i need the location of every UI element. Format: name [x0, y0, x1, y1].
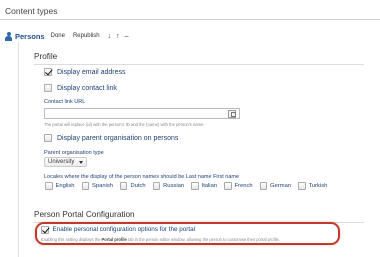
- parent-org-type-label: Parent organisation type: [44, 150, 104, 156]
- republish-link[interactable]: Republish: [73, 33, 100, 39]
- locale-italian-checkbox[interactable]: [191, 182, 199, 190]
- locale-italian-label: Italian: [201, 182, 218, 189]
- locale-turkish[interactable]: Turkish: [298, 182, 327, 190]
- locale-spanish-label: Spanish: [92, 182, 113, 189]
- locale-dutch-label: Dutch: [130, 182, 146, 189]
- locale-french-checkbox[interactable]: [224, 182, 232, 190]
- enable-portal-config-hint: Enabling this setting displays the Porta…: [41, 237, 280, 242]
- move-down-icon[interactable]: ↓: [108, 33, 112, 40]
- enable-portal-config-row[interactable]: Enable personal configuration options fo…: [41, 226, 195, 234]
- locale-russian-label: Russian: [163, 182, 185, 189]
- url-picker-icon[interactable]: [228, 109, 236, 118]
- header-divider: [0, 19, 380, 20]
- display-email-checkbox[interactable]: [44, 68, 52, 76]
- locale-dutch[interactable]: Dutch: [119, 182, 146, 190]
- locale-turkish-checkbox[interactable]: [298, 182, 306, 190]
- parent-org-type-value: University: [48, 159, 75, 165]
- locale-french-label: French: [234, 182, 253, 189]
- display-email-row[interactable]: Display email address: [44, 68, 125, 76]
- enable-hint-bold: Portal profile: [101, 236, 127, 242]
- display-contact-label: Display contact link: [57, 84, 117, 92]
- locale-russian[interactable]: Russian: [152, 182, 185, 190]
- persons-row: Persons Done Republish ↓ ↑ –: [4, 31, 134, 41]
- display-parent-org-checkbox[interactable]: [44, 134, 52, 142]
- done-link[interactable]: Done: [51, 33, 65, 39]
- profile-divider: [34, 64, 364, 65]
- display-contact-row[interactable]: Display contact link: [44, 84, 117, 92]
- locale-turkish-label: Turkish: [308, 182, 328, 189]
- locale-english[interactable]: English: [45, 182, 75, 190]
- contact-url-label: Contact link URL: [44, 99, 86, 105]
- locales-label: Locales where the display of the person …: [44, 174, 240, 180]
- move-up-icon[interactable]: ↑: [116, 33, 120, 40]
- enable-portal-config-checkbox[interactable]: [41, 226, 49, 234]
- enable-hint-suffix: tab in the person editor window, allowin…: [126, 236, 280, 242]
- locale-english-checkbox[interactable]: [45, 182, 53, 190]
- locale-russian-checkbox[interactable]: [152, 182, 161, 190]
- display-email-label: Display email address: [57, 68, 126, 76]
- portal-config-title: Person Portal Configuration: [34, 210, 135, 219]
- chevron-down-icon: [79, 160, 84, 164]
- locale-italian[interactable]: Italian: [191, 182, 217, 190]
- person-icon: [4, 31, 13, 41]
- parent-org-type-select[interactable]: University: [44, 157, 88, 167]
- profile-title: Profile: [34, 52, 58, 61]
- locales-row: English Spanish Dutch Russian Italian Fr…: [45, 182, 334, 190]
- locale-german-label: German: [270, 182, 292, 189]
- locale-spanish-checkbox[interactable]: [81, 182, 90, 190]
- display-contact-checkbox[interactable]: [44, 84, 52, 92]
- enable-hint-prefix: Enabling this setting displays the: [41, 236, 102, 242]
- persons-label[interactable]: Persons: [15, 32, 45, 41]
- locale-french[interactable]: French: [224, 182, 253, 190]
- contact-url-hint: The portal will replace {id} with the pe…: [44, 121, 205, 127]
- content-types-title: Content types: [5, 6, 58, 16]
- display-parent-org-row[interactable]: Display parent organisation on persons: [44, 134, 178, 142]
- contact-url-input[interactable]: [44, 108, 240, 119]
- locale-dutch-checkbox[interactable]: [119, 182, 128, 190]
- remove-icon[interactable]: –: [125, 33, 129, 40]
- locale-german[interactable]: German: [259, 182, 292, 190]
- display-parent-org-label: Display parent organisation on persons: [57, 134, 179, 142]
- locale-german-checkbox[interactable]: [259, 182, 268, 190]
- locale-spanish[interactable]: Spanish: [81, 182, 113, 190]
- locale-english-label: English: [55, 182, 75, 189]
- enable-portal-config-label: Enable personal configuration options fo…: [52, 226, 195, 234]
